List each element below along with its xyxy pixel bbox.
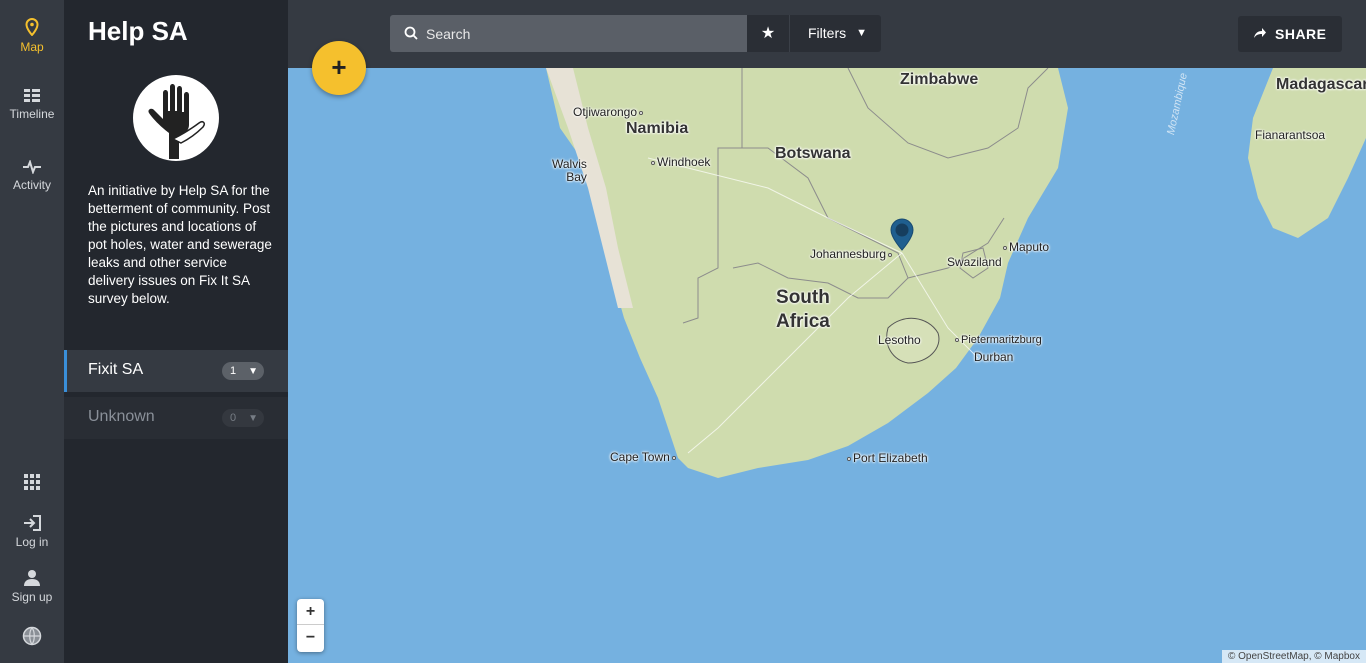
nav-activity-label: Activity <box>12 178 51 192</box>
map-attribution[interactable]: © OpenStreetMap, © Mapbox <box>1221 650 1366 663</box>
nav-login[interactable]: Log in <box>0 515 64 549</box>
search-icon <box>404 26 418 40</box>
place-label: Johannesburg <box>810 247 894 261</box>
add-post-button[interactable]: + <box>312 41 366 95</box>
search-box[interactable] <box>390 15 747 52</box>
zoom-in-button[interactable]: + <box>297 599 324 625</box>
chevron-down-icon: ▼ <box>248 366 258 377</box>
nav-activity[interactable]: Activity <box>0 160 64 192</box>
collection-count: 0 <box>230 412 237 424</box>
zoom-control: + − <box>297 599 324 652</box>
deployment-logo <box>133 75 219 161</box>
activity-icon <box>23 160 41 174</box>
place-label: Cape Town <box>610 450 678 464</box>
chevron-down-icon: ▼ <box>856 27 867 39</box>
map-view[interactable]: Mozambique Zimbabwe Madagascar Otjiwaron… <box>288 68 1366 663</box>
zoom-out-button[interactable]: − <box>297 625 324 651</box>
place-label: Namibia <box>626 120 689 137</box>
search-input[interactable] <box>426 15 736 52</box>
place-label: Pietermaritzburg <box>953 334 1042 346</box>
filters-label: Filters <box>808 25 847 41</box>
place-label: Maputo <box>1001 240 1049 254</box>
collection-count-badge[interactable]: 1 ▼ <box>222 362 264 380</box>
nav-signup-label: Sign up <box>11 590 53 604</box>
place-label: Madagascar <box>1276 76 1366 93</box>
place-label: South Africa <box>776 287 830 332</box>
place-label: Lesotho <box>878 333 921 347</box>
collection-fixit-sa[interactable]: Fixit SA 1 ▼ <box>64 350 288 392</box>
place-label: Botswana <box>775 145 851 162</box>
grid-icon <box>24 474 40 490</box>
timeline-icon <box>24 89 40 102</box>
user-icon <box>24 570 40 586</box>
nav-map[interactable]: Map <box>0 18 64 54</box>
post-marker-icon[interactable] <box>890 218 914 252</box>
share-button[interactable]: SHARE <box>1238 16 1342 52</box>
star-icon: ★ <box>760 25 776 42</box>
place-label: Swaziland <box>947 255 1002 269</box>
share-label: SHARE <box>1275 26 1327 42</box>
collection-name: Unknown <box>88 408 155 425</box>
deployment-description: An initiative by Help SA for the betterm… <box>88 183 272 306</box>
place-label: Fianarantsoa <box>1255 128 1326 142</box>
place-label: Walvis Bay <box>552 157 587 184</box>
nav-timeline-label: Timeline <box>9 107 55 121</box>
place-label: Windhoek <box>649 155 710 169</box>
plus-icon: + <box>331 52 347 82</box>
nav-timeline[interactable]: Timeline <box>0 89 64 121</box>
filters-button[interactable]: Filters ▼ <box>790 15 881 52</box>
nav-map-label: Map <box>20 40 44 54</box>
collection-name: Fixit SA <box>88 361 144 378</box>
chevron-down-icon: ▼ <box>248 413 258 424</box>
apps-grid-button[interactable] <box>0 474 64 490</box>
deployment-panel: Help SA An initiative by Help SA for the… <box>64 0 288 663</box>
collection-count-badge[interactable]: 0 ▼ <box>222 409 264 427</box>
place-label: Zimbabwe <box>900 71 979 88</box>
place-label: Otjiwarongo <box>573 105 645 119</box>
nav-signup[interactable]: Sign up <box>0 569 64 604</box>
collection-unknown[interactable]: Unknown 0 ▼ <box>64 397 288 439</box>
language-button[interactable] <box>0 626 64 646</box>
nav-rail: Map Timeline Activity Log in Sign up <box>0 0 64 663</box>
share-arrow-icon <box>1254 28 1266 38</box>
top-bar: ★ Filters ▼ SHARE <box>288 0 1366 68</box>
collection-count: 1 <box>230 365 237 377</box>
place-label: Port Elizabeth <box>845 451 928 465</box>
globe-icon <box>22 626 42 646</box>
map-pin-icon <box>25 18 39 36</box>
saved-searches-button[interactable]: ★ <box>747 15 790 52</box>
login-icon <box>24 515 41 531</box>
place-label: Durban <box>974 350 1014 364</box>
deployment-title: Help SA <box>88 16 188 46</box>
nav-login-label: Log in <box>15 535 49 549</box>
helping-hands-icon <box>148 84 205 159</box>
